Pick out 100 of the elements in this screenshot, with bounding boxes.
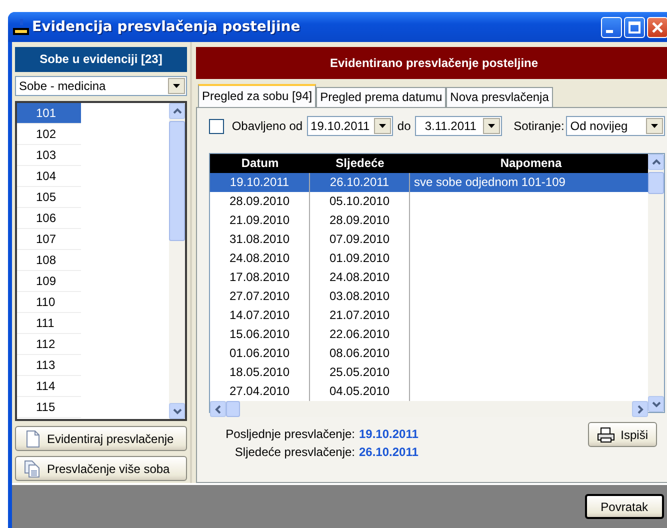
room-list-item[interactable]: 101 <box>17 103 81 124</box>
table-row[interactable]: 27.07.2010 03.08.2010 <box>210 287 648 306</box>
scroll-thumb[interactable] <box>226 401 240 417</box>
table-cell: 24.08.2010 <box>329 270 390 284</box>
action-button[interactable]: Evidentiraj presvlačenje <box>15 426 187 451</box>
table-cell: 31.08.2010 <box>229 232 290 246</box>
caret-icon <box>173 84 180 88</box>
chevron-up-icon <box>172 108 182 114</box>
room-list-item[interactable]: 108 <box>17 250 81 271</box>
chevron-down-icon <box>652 400 660 408</box>
table-row[interactable]: 19.10.2011 26.10.2011 sve sobe odjednom 101-109 <box>210 173 648 192</box>
table-cell: 19.10.2011 <box>230 175 290 189</box>
chevron-right-icon <box>636 404 644 414</box>
checkbox-label: Obavljeno od <box>232 119 303 133</box>
panel-header: Sobe u evidenciji [23] <box>15 47 187 72</box>
table-row[interactable]: 28.09.2010 05.10.2010 <box>210 192 648 211</box>
close-icon <box>651 20 664 34</box>
document-icon <box>24 430 41 448</box>
room-list-item[interactable]: 109 <box>17 271 81 292</box>
close-button[interactable] <box>647 16 667 38</box>
table-cell: 08.06.2010 <box>329 346 390 360</box>
table-row[interactable]: 14.07.2010 21.07.2010 <box>210 306 648 325</box>
caret-icon <box>379 124 386 128</box>
caret-icon <box>650 124 658 128</box>
chevron-down-icon <box>172 408 182 414</box>
column-header[interactable]: Datum <box>210 154 310 173</box>
table-cell: 18.05.2010 <box>229 365 290 379</box>
room-group-dropdown[interactable]: Sobe - medicina <box>15 76 187 96</box>
print-button[interactable]: Ispiši <box>588 422 657 447</box>
caret-icon <box>488 124 495 128</box>
horizontal-scrollbar[interactable] <box>210 401 648 417</box>
chevron-left-icon <box>214 404 222 414</box>
action-button[interactable]: Presvlačenje više soba <box>15 456 187 481</box>
table-cell: 05.10.2010 <box>329 194 390 208</box>
room-list-item[interactable]: 107 <box>17 229 81 250</box>
maximize-button[interactable] <box>624 16 645 38</box>
table-cell: 04.05.2010 <box>329 384 390 398</box>
summary-value: 19.10.2011 <box>359 427 418 441</box>
room-list-item[interactable]: 105 <box>17 187 81 208</box>
room-list-item[interactable]: 114 <box>17 376 81 397</box>
scroll-left-button[interactable] <box>210 401 226 417</box>
table-cell: 28.09.2010 <box>329 213 390 227</box>
column-header[interactable]: Sljedeće <box>310 154 410 173</box>
room-list-item[interactable]: 115 <box>17 397 81 418</box>
scroll-thumb[interactable] <box>169 121 185 241</box>
table-cell: 15.06.2010 <box>229 327 290 341</box>
dropdown-button[interactable] <box>646 118 663 134</box>
room-list-item[interactable]: 113 <box>17 355 81 376</box>
checkbox[interactable] <box>209 118 224 134</box>
table-cell: 01.09.2010 <box>329 251 390 265</box>
room-list-item[interactable]: 104 <box>17 166 81 187</box>
scroll-up-button[interactable] <box>169 103 185 119</box>
maximize-icon <box>628 20 641 34</box>
dropdown-button[interactable] <box>374 118 392 134</box>
dropdown-button[interactable] <box>168 78 185 94</box>
table-cell: 24.08.2010 <box>229 251 290 265</box>
table-row[interactable]: 24.08.2010 01.09.2010 <box>210 249 648 268</box>
sort-dropdown[interactable]: Od novijeg <box>566 116 665 136</box>
table-row[interactable]: 31.08.2010 07.09.2010 <box>210 230 648 249</box>
window-title: Evidencija presvlačenja posteljine <box>32 19 302 35</box>
table-cell: 07.09.2010 <box>329 232 390 246</box>
scroll-right-button[interactable] <box>632 401 648 417</box>
documents-icon <box>24 460 41 478</box>
minimize-button[interactable] <box>601 16 622 38</box>
table-cell: 01.06.2010 <box>229 346 290 360</box>
table-cell: 17.08.2010 <box>229 270 290 284</box>
room-list-item[interactable]: 102 <box>17 124 81 145</box>
scroll-down-button[interactable] <box>169 403 185 419</box>
room-list-item[interactable]: 111 <box>17 313 81 334</box>
table-row[interactable]: 01.06.2010 08.06.2010 <box>210 344 648 363</box>
tab[interactable]: Pregled prema datumu <box>316 87 446 107</box>
room-list-item[interactable]: 110 <box>17 292 81 313</box>
table-row[interactable]: 18.05.2010 25.05.2010 <box>210 363 648 382</box>
table-cell: 26.10.2011 <box>330 175 390 189</box>
app-logo-icon <box>12 18 30 36</box>
dropdown-button[interactable] <box>482 118 500 134</box>
table-cell: 21.09.2010 <box>229 213 290 227</box>
date-to-picker[interactable]: 3.11.2011 <box>414 116 502 136</box>
table-row[interactable]: 15.06.2010 22.06.2010 <box>210 325 648 344</box>
minimize-icon <box>606 30 613 32</box>
column-header[interactable]: Napomena <box>410 154 648 173</box>
date-from-picker[interactable]: 19.10.2011 <box>306 116 394 136</box>
scroll-thumb[interactable] <box>648 172 664 194</box>
printer-icon <box>596 426 615 442</box>
table-cell: 28.09.2010 <box>229 194 290 208</box>
table-cell: 22.06.2010 <box>329 327 390 341</box>
table-row[interactable]: 21.09.2010 28.09.2010 <box>210 211 648 230</box>
scroll-up-button[interactable] <box>648 154 664 170</box>
table-cell: 21.07.2010 <box>329 308 390 322</box>
vertical-scrollbar[interactable] <box>648 154 664 412</box>
table-row[interactable]: 17.08.2010 24.08.2010 <box>210 268 648 287</box>
room-list-item[interactable]: 112 <box>17 334 81 355</box>
room-list-item[interactable]: 103 <box>17 145 81 166</box>
scroll-down-button[interactable] <box>648 396 664 412</box>
tab[interactable]: Pregled za sobu [94] <box>198 84 316 107</box>
vertical-scrollbar[interactable] <box>169 103 185 419</box>
summary-value: 26.10.2011 <box>359 445 418 459</box>
tab[interactable]: Nova presvlačenja <box>446 87 553 107</box>
room-list-item[interactable]: 106 <box>17 208 81 229</box>
back-button[interactable]: Povratak <box>584 494 664 519</box>
